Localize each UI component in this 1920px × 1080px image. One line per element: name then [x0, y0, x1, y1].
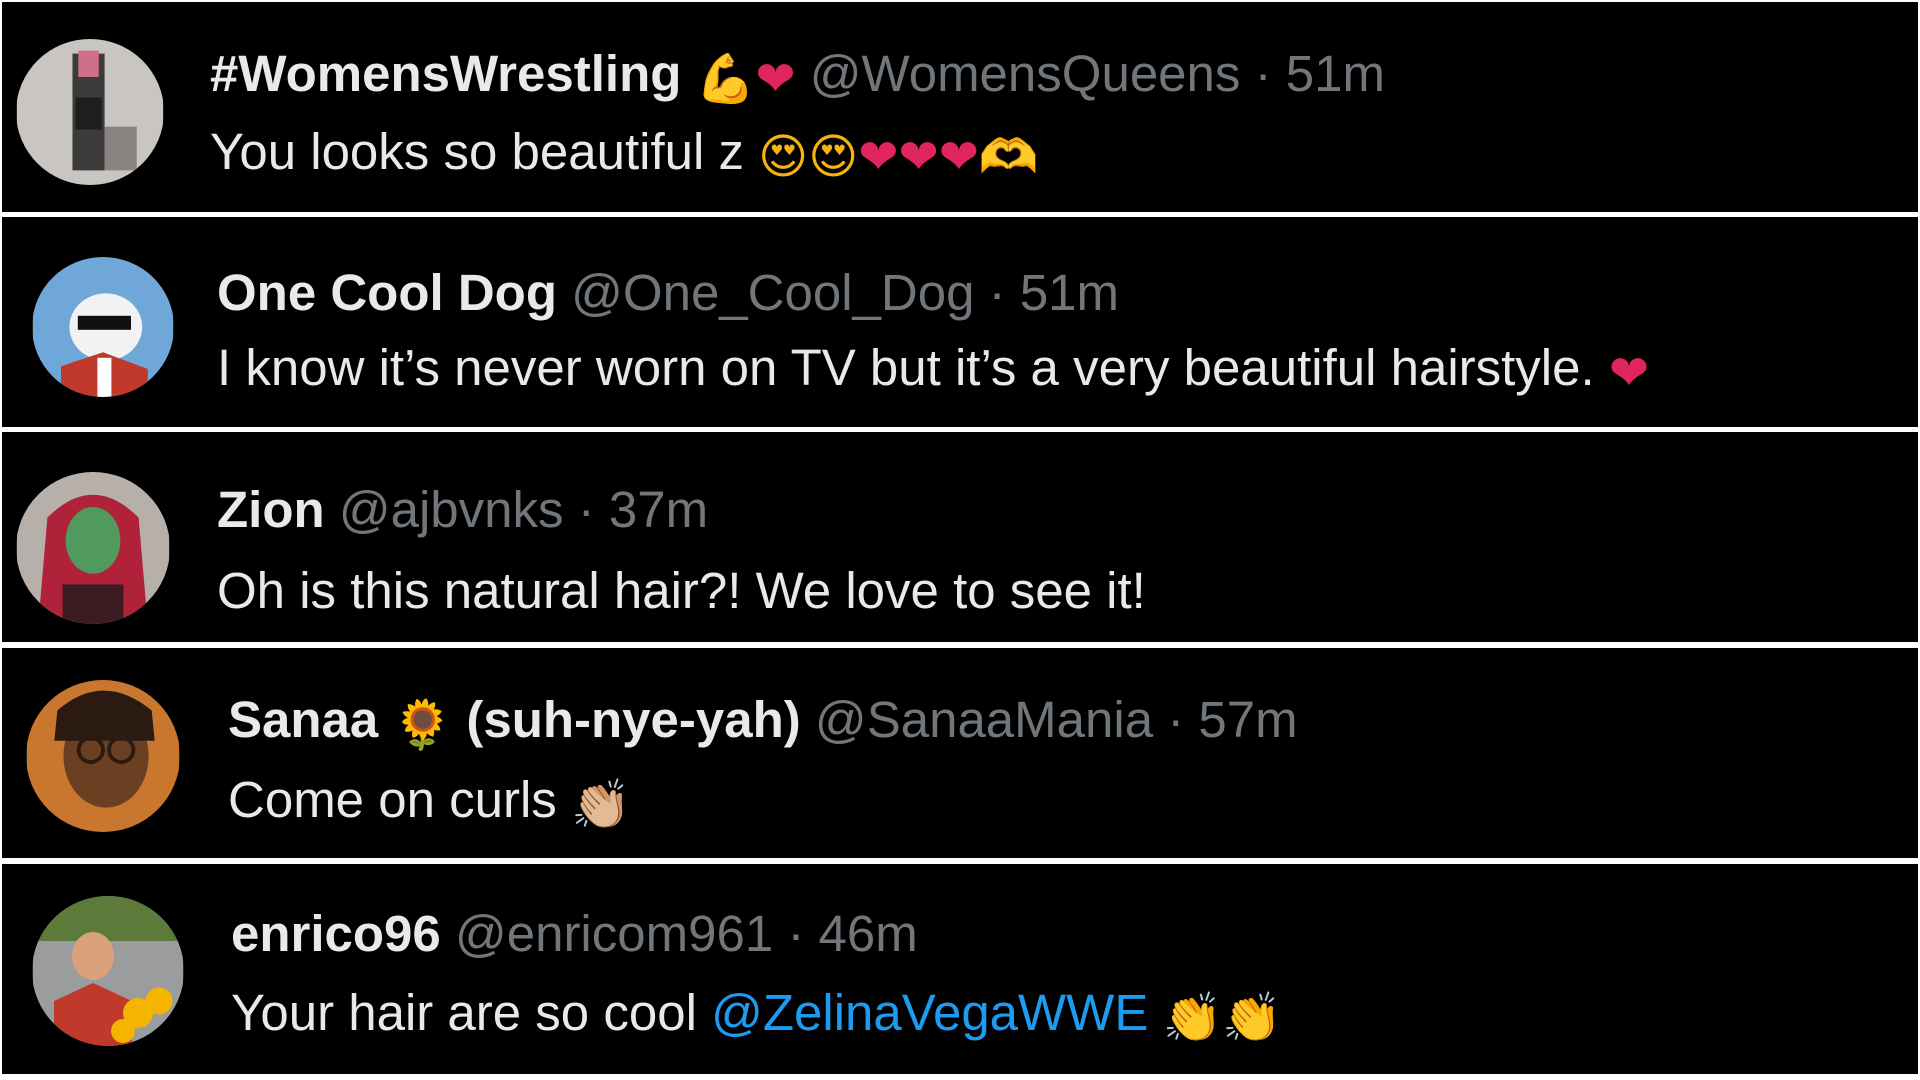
reply-text: Oh is this natural hair?! We love to see…	[217, 560, 1898, 622]
reply-item[interactable]: Sanaa 🌻 (suh-nye-yah) @SanaaMania · 57m …	[2, 648, 1918, 858]
separator-dot: ·	[787, 905, 805, 962]
display-name[interactable]: #WomensWrestling	[210, 45, 681, 102]
man-sunflowers-avatar[interactable]	[32, 896, 184, 1046]
reply-header: One Cool Dog @One_Cool_Dog · 51m	[217, 263, 1898, 323]
reply-text: I know it’s never worn on TV but it’s a …	[217, 337, 1898, 404]
reply-item[interactable]: One Cool Dog @One_Cool_Dog · 51m I know …	[2, 217, 1918, 427]
reply-text: Your hair are so cool @ZelinaVegaWWE 👏👏	[231, 982, 1898, 1049]
reply-text-content: I know it’s never worn on TV but it’s a …	[217, 339, 1595, 396]
timestamp[interactable]: 51m	[1286, 45, 1385, 102]
reply-list: #WomensWrestling 💪❤ @WomensQueens · 51m …	[0, 0, 1920, 1080]
separator-dot: ·	[988, 264, 1006, 321]
reply-text-content: Your hair are so cool	[231, 984, 697, 1041]
timestamp[interactable]: 37m	[609, 481, 708, 538]
display-name[interactable]: One Cool Dog	[217, 264, 557, 321]
reply-text-content: Oh is this natural hair?! We love to see…	[217, 562, 1146, 619]
clapping-hands-icon: 👏🏼	[570, 777, 631, 833]
reply-header: Sanaa 🌻 (suh-nye-yah) @SanaaMania · 57m	[228, 690, 1898, 755]
display-name-pronunciation[interactable]: (suh-nye-yah)	[466, 691, 800, 748]
red-heart-icon: ❤	[858, 129, 899, 185]
separator-dot: ·	[577, 481, 595, 538]
handle[interactable]: @ajbvnks	[339, 481, 564, 538]
reply-header: enrico96 @enricom961 · 46m	[231, 904, 1898, 964]
handle[interactable]: @SanaaMania	[815, 691, 1153, 748]
sunflower-icon: 🌻	[392, 697, 453, 753]
reply-header: Zion @ajbvnks · 37m	[217, 480, 1898, 540]
display-name[interactable]: Zion	[217, 481, 325, 538]
reply-item[interactable]: enrico96 @enricom961 · 46m Your hair are…	[2, 864, 1918, 1074]
cartoon-dog-avatar[interactable]	[32, 257, 174, 397]
heart-hands-icon: 🫶	[978, 129, 1039, 185]
timestamp[interactable]: 46m	[819, 905, 918, 962]
separator-dot: ·	[1254, 45, 1272, 102]
display-name[interactable]: enrico96	[231, 905, 441, 962]
separator-dot: ·	[1167, 691, 1185, 748]
flexed-biceps-icon: 💪	[695, 51, 756, 107]
red-heart-icon: ❤	[1608, 345, 1650, 401]
timestamp[interactable]: 51m	[1020, 264, 1119, 321]
display-name-first[interactable]: Sanaa	[228, 691, 378, 748]
handle[interactable]: @One_Cool_Dog	[571, 264, 974, 321]
reply-header: #WomensWrestling 💪❤ @WomensQueens · 51m	[210, 44, 1898, 109]
reply-text-content: You looks so beautiful z	[210, 123, 744, 180]
red-heart-icon: ❤	[938, 129, 979, 185]
reply-text: You looks so beautiful z 😍😍❤❤❤🫶	[210, 121, 1898, 188]
timestamp[interactable]: 57m	[1198, 691, 1297, 748]
green-face-avatar[interactable]	[16, 472, 170, 624]
reply-text-content: Come on curls	[228, 771, 557, 828]
clapping-hands-icon: 👏	[1162, 990, 1223, 1046]
clapping-hands-icon: 👏	[1222, 990, 1283, 1046]
handle[interactable]: @enricom961	[455, 905, 773, 962]
heart-eyes-icon: 😍	[808, 129, 859, 185]
wrestler-avatar[interactable]	[16, 39, 164, 185]
red-heart-icon: ❤	[755, 51, 796, 107]
heart-eyes-icon: 😍	[758, 129, 809, 185]
woman-glasses-avatar[interactable]	[26, 680, 180, 832]
red-heart-icon: ❤	[898, 129, 939, 185]
mention-link[interactable]: @ZelinaVegaWWE	[711, 984, 1148, 1041]
reply-item[interactable]: Zion @ajbvnks · 37m Oh is this natural h…	[2, 432, 1918, 642]
reply-item[interactable]: #WomensWrestling 💪❤ @WomensQueens · 51m …	[2, 2, 1918, 212]
handle[interactable]: @WomensQueens	[810, 45, 1241, 102]
reply-text: Come on curls 👏🏼	[228, 769, 1898, 836]
